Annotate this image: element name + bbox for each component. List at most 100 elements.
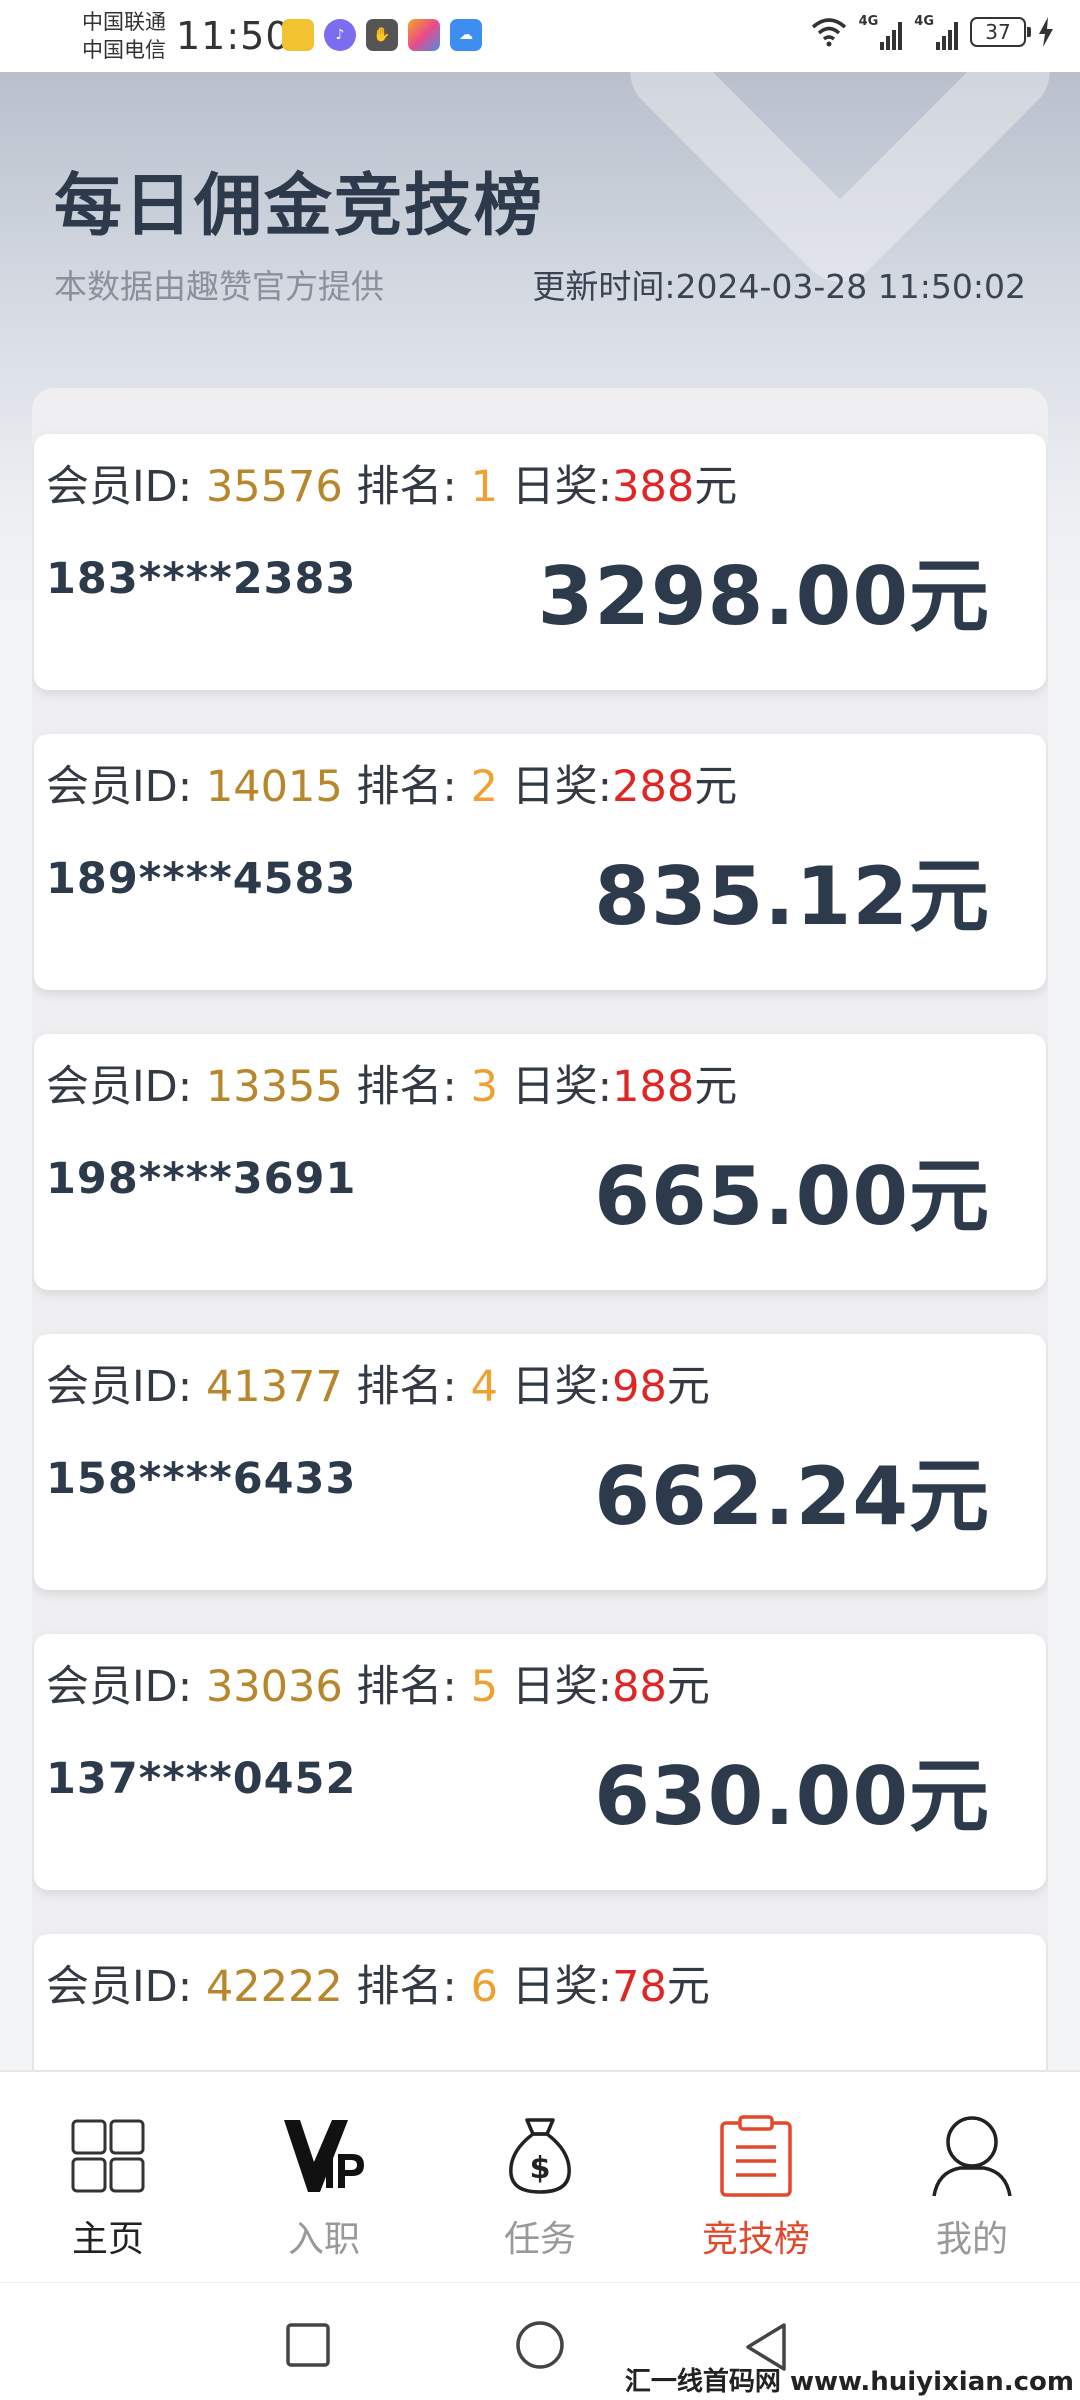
rank-label: 排名: bbox=[356, 1962, 457, 2012]
ranking-card[interactable]: 会员ID: 14015 排名: 2 日奖:288元 189****4583 83… bbox=[34, 734, 1046, 990]
daily-prize: 78 bbox=[612, 1962, 667, 2012]
masked-phone: 189****4583 bbox=[46, 854, 357, 904]
rank-value: 4 bbox=[470, 1362, 498, 1412]
masked-phone: 183****2383 bbox=[46, 554, 357, 604]
carrier-info: 中国联通 中国电信 bbox=[82, 8, 166, 64]
card-info-line: 会员ID: 41377 排名: 4 日奖:98元 bbox=[46, 1352, 710, 1414]
rank-value: 5 bbox=[470, 1662, 498, 1712]
masked-phone: 158****6433 bbox=[46, 1454, 357, 1504]
masked-phone: 137****0452 bbox=[46, 1754, 357, 1804]
reading-app-icon bbox=[282, 19, 314, 51]
rank-label: 排名: bbox=[356, 1662, 457, 1712]
charging-icon bbox=[1039, 17, 1053, 47]
yuan-unit: 元 bbox=[666, 1962, 710, 2012]
card-info-line: 会员ID: 33036 排名: 5 日奖:88元 bbox=[46, 1652, 710, 1714]
clipboard-icon bbox=[712, 2112, 800, 2200]
carrier-2: 中国电信 bbox=[82, 38, 166, 62]
nav-item-tasks[interactable]: $ 任务 bbox=[432, 2072, 648, 2282]
network-type-2: 4G bbox=[914, 14, 934, 29]
daily-prize: 388 bbox=[612, 462, 695, 512]
masked-phone: 198****3691 bbox=[46, 1154, 357, 1204]
daily-prize-label: 日奖: bbox=[511, 1662, 613, 1712]
yuan-unit: 元 bbox=[694, 462, 738, 512]
member-id-label: 会员ID: bbox=[46, 762, 193, 812]
bottom-nav: 主页 入职 $ 任务 竞技榜 我的 bbox=[0, 2070, 1080, 2282]
watermark: 汇一线首码网 www.huiyixian.com bbox=[624, 2367, 1074, 2397]
ranking-card[interactable]: 会员ID: 33036 排名: 5 日奖:88元 137****0452 630… bbox=[34, 1634, 1046, 1890]
notification-icons: ♪ ✋ ☁ bbox=[282, 19, 482, 51]
svg-text:$: $ bbox=[530, 2151, 551, 2186]
member-id-label: 会员ID: bbox=[46, 1962, 193, 2012]
card-info-line: 会员ID: 42222 排名: 6 日奖:78元 bbox=[46, 1952, 710, 2014]
yuan-unit: 元 bbox=[694, 762, 738, 812]
update-time: 更新时间:2024-03-28 11:50:02 bbox=[532, 267, 1026, 306]
member-id: 33036 bbox=[205, 1662, 343, 1712]
member-id-label: 会员ID: bbox=[46, 1362, 193, 1412]
rank-value: 2 bbox=[470, 762, 498, 812]
daily-prize-label: 日奖: bbox=[511, 1362, 613, 1412]
daily-prize: 88 bbox=[612, 1662, 667, 1712]
nav-label-home: 主页 bbox=[71, 2219, 144, 2260]
rank-label: 排名: bbox=[356, 462, 457, 512]
ranking-list[interactable]: 会员ID: 35576 排名: 1 日奖:388元 183****2383 32… bbox=[32, 388, 1048, 2070]
recent-apps-icon[interactable] bbox=[284, 2321, 332, 2369]
rank-label: 排名: bbox=[356, 1062, 457, 1112]
daily-prize: 288 bbox=[612, 762, 695, 812]
vip-icon bbox=[280, 2112, 368, 2200]
daily-prize: 98 bbox=[612, 1362, 667, 1412]
yuan-unit: 元 bbox=[694, 1062, 738, 1112]
wifi-icon bbox=[811, 18, 846, 47]
carrier-1: 中国联通 bbox=[82, 10, 166, 34]
member-id: 14015 bbox=[205, 762, 343, 812]
card-info-line: 会员ID: 35576 排名: 1 日奖:388元 bbox=[46, 452, 737, 514]
rank-label: 排名: bbox=[356, 762, 457, 812]
member-id: 13355 bbox=[205, 1062, 343, 1112]
hand-app-icon: ✋ bbox=[366, 19, 398, 51]
nav-label-tasks: 任务 bbox=[503, 2219, 576, 2260]
nav-item-mine[interactable]: 我的 bbox=[864, 2072, 1080, 2282]
daily-prize-label: 日奖: bbox=[511, 1962, 613, 2012]
ranking-card[interactable]: 会员ID: 41377 排名: 4 日奖:98元 158****6433 662… bbox=[34, 1334, 1046, 1590]
battery-level: 37 bbox=[985, 20, 1011, 44]
nav-item-home[interactable]: 主页 bbox=[0, 2072, 216, 2282]
rank-label: 排名: bbox=[356, 1362, 457, 1412]
clock: 11:50 bbox=[176, 14, 291, 58]
music-app-icon: ♪ bbox=[324, 19, 356, 51]
member-id: 42222 bbox=[205, 1962, 343, 2012]
nav-item-leaderboard[interactable]: 竞技榜 bbox=[648, 2072, 864, 2282]
daily-prize-label: 日奖: bbox=[511, 1062, 613, 1112]
commission-amount: 662.24元 bbox=[594, 1450, 990, 1543]
daily-prize-label: 日奖: bbox=[511, 762, 613, 812]
page-title: 每日佣金竞技榜 bbox=[54, 167, 545, 246]
daily-prize: 188 bbox=[612, 1062, 695, 1112]
system-nav-bar: 汇一线首码网 www.huiyixian.com bbox=[0, 2282, 1080, 2400]
user-icon bbox=[928, 2112, 1016, 2200]
member-id-label: 会员ID: bbox=[46, 1662, 193, 1712]
card-info-line: 会员ID: 13355 排名: 3 日奖:188元 bbox=[46, 1052, 737, 1114]
nav-label-leaderboard: 竞技榜 bbox=[701, 2219, 810, 2260]
commission-amount: 665.00元 bbox=[594, 1150, 990, 1243]
ranking-card[interactable]: 会员ID: 35576 排名: 1 日奖:388元 183****2383 32… bbox=[34, 434, 1046, 690]
nav-label-mine: 我的 bbox=[935, 2219, 1008, 2260]
commission-amount: 3298.00元 bbox=[537, 550, 990, 643]
rank-value: 3 bbox=[470, 1062, 498, 1112]
member-id: 35576 bbox=[205, 462, 343, 512]
status-bar: 中国联通 中国电信 11:50 ♪ ✋ ☁ 4G 4G 37 bbox=[0, 0, 1080, 72]
battery-icon: 37 bbox=[970, 17, 1031, 47]
ranking-card[interactable]: 会员ID: 13355 排名: 3 日奖:188元 198****3691 66… bbox=[34, 1034, 1046, 1290]
home-icon[interactable] bbox=[514, 2321, 566, 2373]
member-id: 41377 bbox=[205, 1362, 343, 1412]
rank-value: 6 bbox=[470, 1962, 498, 2012]
grid-icon bbox=[64, 2112, 152, 2200]
nav-item-onboarding[interactable]: 入职 bbox=[216, 2072, 432, 2282]
ranking-card[interactable]: 会员ID: 42222 排名: 6 日奖:78元 bbox=[34, 1934, 1046, 2070]
network-type-1: 4G bbox=[858, 14, 879, 29]
daily-prize-label: 日奖: bbox=[511, 462, 613, 512]
commission-amount: 630.00元 bbox=[594, 1750, 990, 1843]
rank-value: 1 bbox=[470, 462, 498, 512]
status-indicators: 4G 4G 37 bbox=[811, 14, 1054, 50]
cloud-app-icon: ☁ bbox=[450, 19, 482, 51]
data-source-note: 本数据由趣赞官方提供 bbox=[54, 267, 384, 306]
commission-amount: 835.12元 bbox=[594, 850, 990, 943]
member-id-label: 会员ID: bbox=[46, 462, 193, 512]
